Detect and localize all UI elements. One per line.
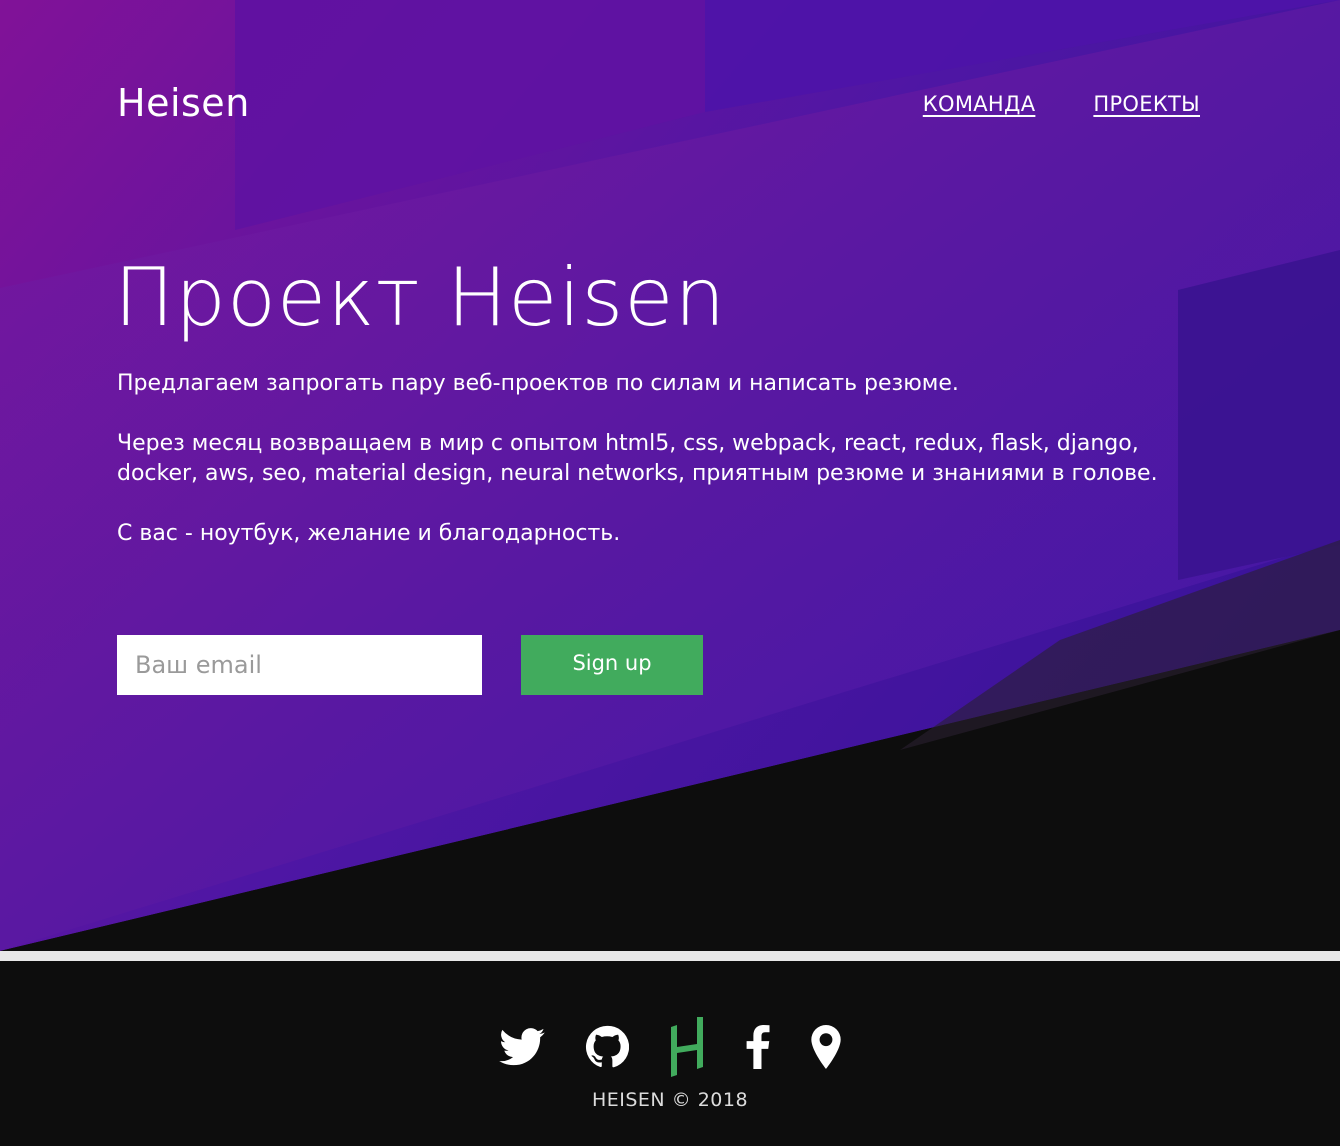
main-nav: КОМАНДА ПРОЕКТЫ	[923, 92, 1200, 116]
twitter-icon[interactable]	[499, 1028, 545, 1066]
heisen-logo-icon[interactable]	[669, 1017, 705, 1077]
nav-link-team[interactable]: КОМАНДА	[923, 92, 1036, 116]
hero-paragraph-skills: Через месяц возвращаем в мир с опытом ht…	[117, 431, 1158, 486]
footer-divider	[0, 951, 1340, 961]
hero-paragraph-offer: Предлагаем запрогать пару веб-проектов п…	[117, 371, 959, 396]
email-input[interactable]	[117, 635, 482, 695]
footer: HEISEN © 2018	[0, 961, 1340, 1146]
signup-button[interactable]: Sign up	[521, 635, 703, 695]
signup-form: Sign up	[117, 635, 703, 695]
copyright-text: HEISEN © 2018	[591, 1089, 749, 1111]
hero-title: Проект Heisen	[114, 251, 727, 344]
hero-section: Heisen КОМАНДА ПРОЕКТЫ Проект Heisen Пре…	[0, 0, 1340, 951]
social-links	[0, 1017, 1340, 1077]
location-pin-icon[interactable]	[811, 1025, 841, 1069]
hero-description: Предлагаем запрогать пару веб-проектов п…	[117, 369, 1177, 579]
facebook-icon[interactable]	[745, 1025, 771, 1069]
hero-paragraph-requirements: С вас - ноутбук, желание и благодарность…	[117, 521, 621, 546]
github-icon[interactable]	[585, 1025, 629, 1069]
site-logo[interactable]: Heisen	[117, 80, 250, 126]
nav-link-projects[interactable]: ПРОЕКТЫ	[1093, 92, 1200, 116]
